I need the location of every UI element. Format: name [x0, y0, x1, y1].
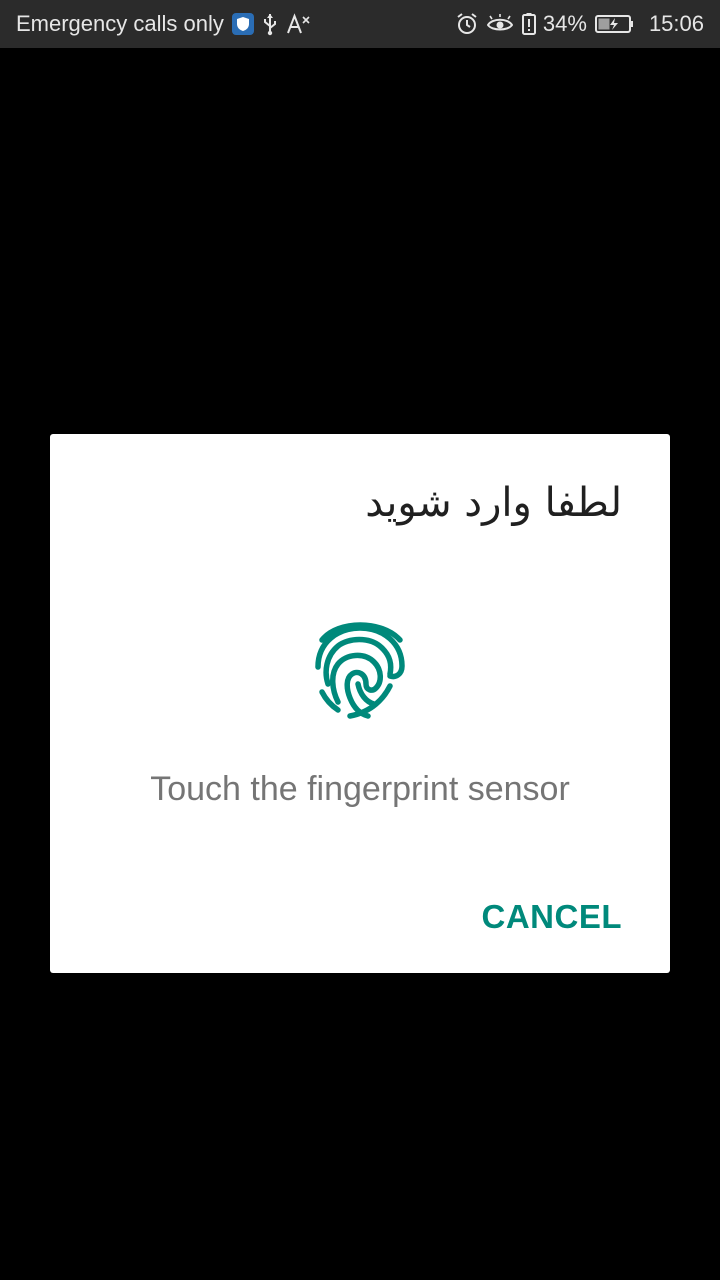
battery-charging-icon — [594, 14, 635, 34]
battery-percent: 34% — [542, 11, 587, 36]
shield-icon — [231, 13, 254, 35]
battery-alert-icon — [521, 12, 537, 36]
eye-icon — [486, 14, 513, 34]
font-size-icon — [286, 12, 312, 36]
status-bar-right: 34% 15:06 — [455, 11, 704, 37]
dialog-message: Touch the fingerprint sensor — [150, 770, 570, 808]
status-bar-left: Emergency calls only — [16, 11, 312, 37]
alarm-icon — [455, 12, 479, 36]
cancel-button[interactable]: CANCEL — [482, 898, 623, 936]
dialog-title: لطفا وارد شوید — [365, 480, 622, 526]
fingerprint-icon — [315, 622, 405, 719]
status-bar: Emergency calls only 34% 15:06 — [0, 0, 720, 48]
usb-icon — [262, 12, 278, 36]
carrier-text: Emergency calls only — [16, 11, 224, 36]
fingerprint-dialog: لطفا وارد شوید Touch the fingerprint sen… — [50, 434, 670, 973]
status-time: 15:06 — [648, 11, 704, 36]
